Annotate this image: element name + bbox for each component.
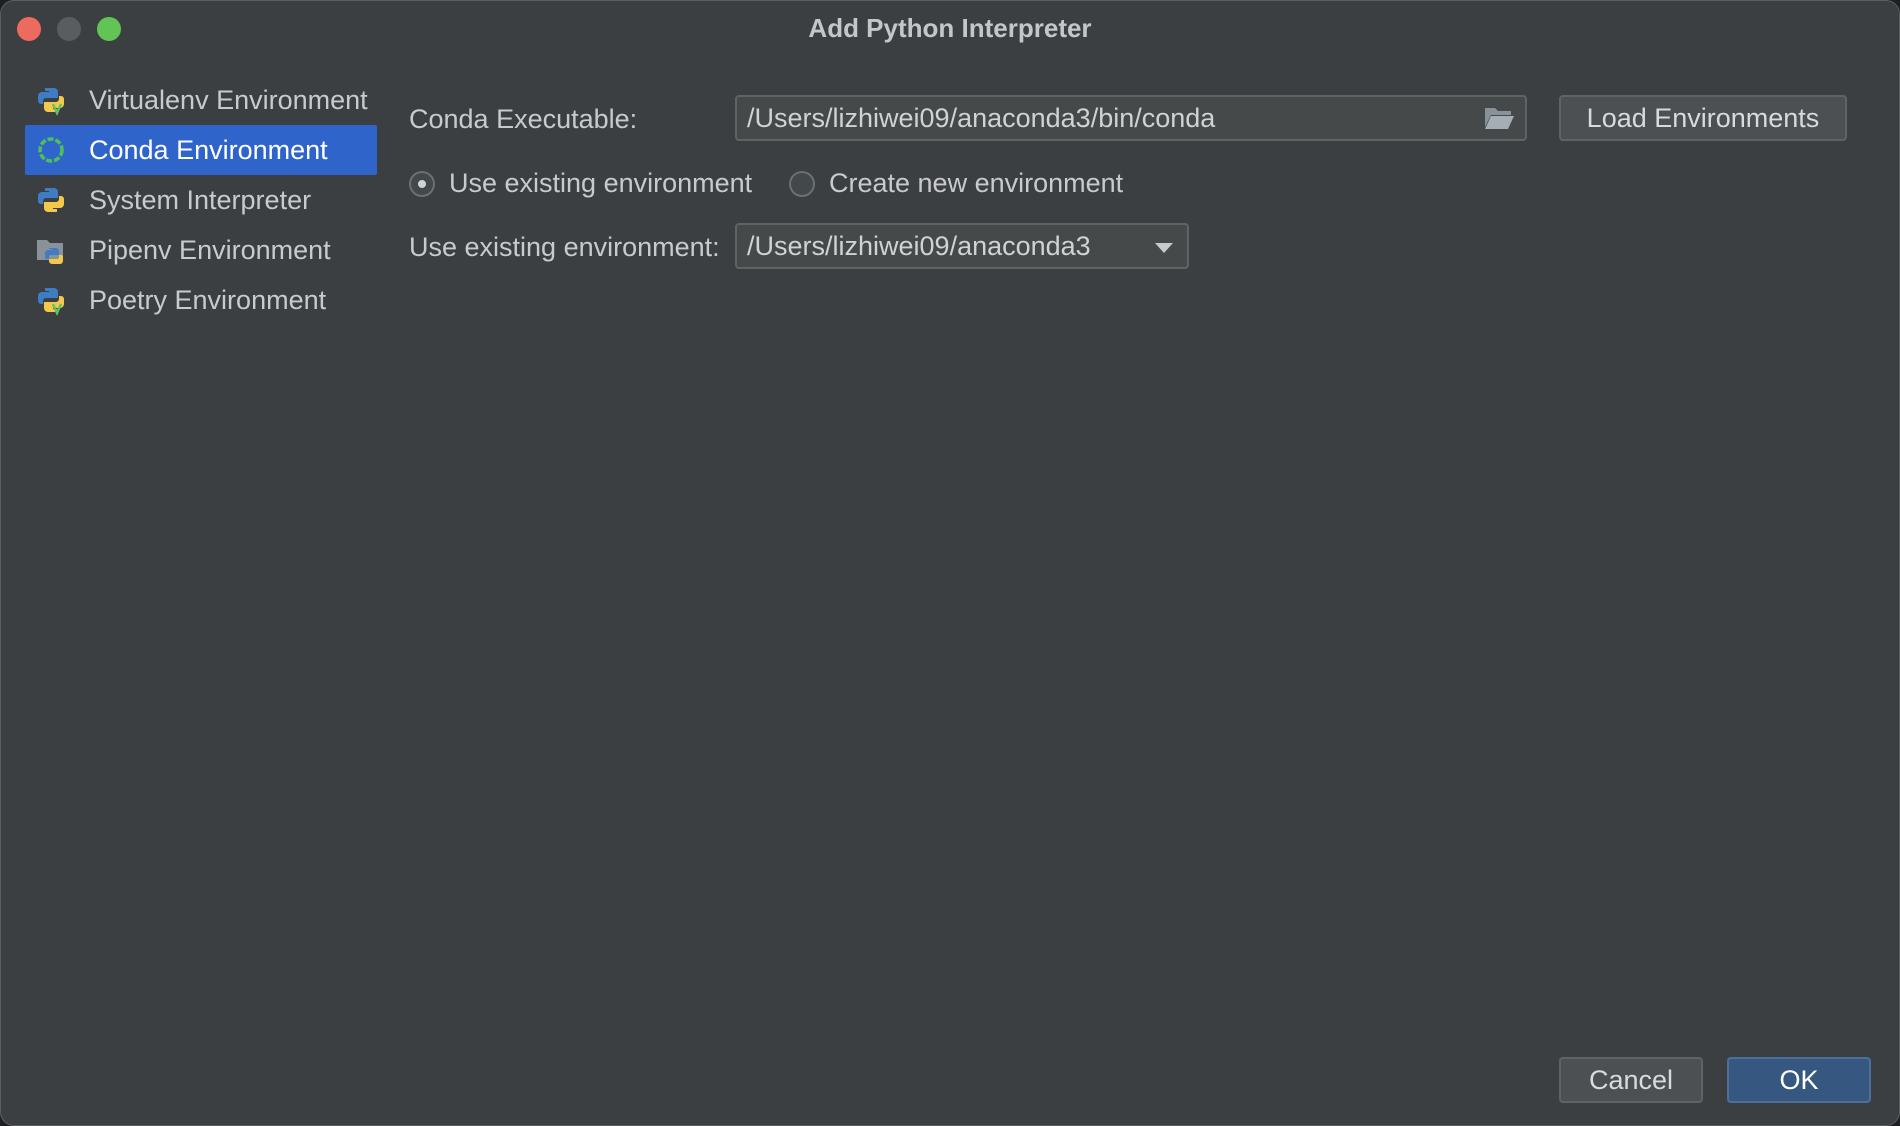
- poetry-icon: [38, 288, 64, 316]
- sidebar-item-virtualenv[interactable]: Virtualenv Environment: [25, 75, 377, 125]
- python-virtualenv-icon: [38, 88, 64, 116]
- conda-settings-panel: Conda Executable: /Users/lizhiwei09/anac…: [409, 1, 1899, 1125]
- sidebar-item-label: Pipenv Environment: [89, 234, 331, 265]
- cancel-button[interactable]: Cancel: [1559, 1057, 1703, 1103]
- use-existing-radio-label: Use existing environment: [449, 168, 753, 198]
- sidebar-item-system-interpreter[interactable]: System Interpreter: [25, 175, 377, 225]
- ok-button[interactable]: OK: [1727, 1057, 1871, 1103]
- folder-browse-icon[interactable]: [1483, 105, 1515, 131]
- sidebar-item-label: System Interpreter: [89, 184, 312, 215]
- conda-executable-field[interactable]: /Users/lizhiwei09/anaconda3/bin/conda: [735, 95, 1527, 141]
- chevron-down-icon: [1155, 243, 1173, 253]
- sidebar-item-label: Poetry Environment: [89, 284, 327, 315]
- conda-executable-value: /Users/lizhiwei09/anaconda3/bin/conda: [747, 103, 1216, 133]
- load-environments-button[interactable]: Load Environments: [1559, 95, 1847, 141]
- python-icon: [38, 188, 64, 212]
- use-existing-radio-option[interactable]: Use existing environment: [409, 168, 752, 199]
- sidebar-item-label: Virtualenv Environment: [89, 84, 368, 115]
- create-new-radio[interactable]: [789, 170, 815, 197]
- interpreter-type-list: Virtualenv Environment Conda Environment…: [25, 75, 377, 325]
- conda-icon: [38, 137, 64, 163]
- dialog-window: Add Python Interpreter Virtualenv Enviro…: [0, 0, 1900, 1126]
- existing-environment-dropdown[interactable]: /Users/lizhiwei09/anaconda3: [735, 223, 1189, 269]
- sidebar-item-poetry[interactable]: Poetry Environment: [25, 275, 377, 325]
- existing-environment-label: Use existing environment:: [409, 232, 720, 262]
- pipenv-icon: [37, 240, 63, 264]
- existing-environment-value: /Users/lizhiwei09/anaconda3: [747, 231, 1091, 261]
- conda-executable-label: Conda Executable:: [409, 104, 638, 134]
- sidebar-item-conda[interactable]: Conda Environment: [25, 125, 377, 175]
- sidebar-item-pipenv[interactable]: Pipenv Environment: [25, 225, 377, 275]
- create-new-radio-label: Create new environment: [829, 168, 1124, 198]
- use-existing-radio[interactable]: [409, 170, 435, 197]
- create-new-radio-option[interactable]: Create new environment: [789, 168, 1123, 199]
- sidebar-item-label: Conda Environment: [89, 134, 328, 165]
